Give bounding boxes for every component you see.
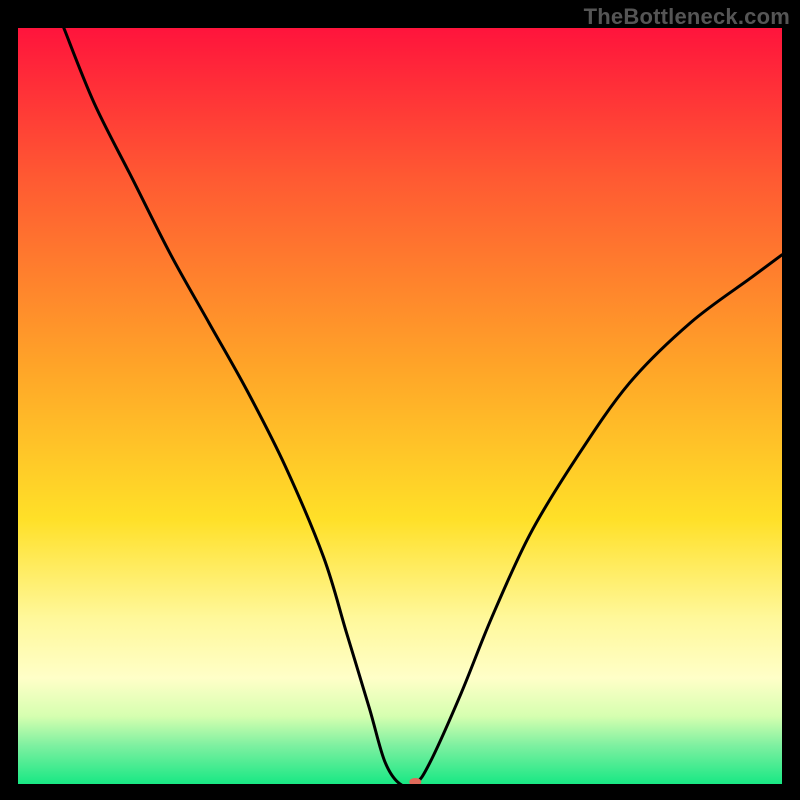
plot-area — [18, 28, 782, 784]
chart-frame: TheBottleneck.com — [0, 0, 800, 800]
gradient-background — [18, 28, 782, 784]
bottleneck-chart — [18, 28, 782, 784]
watermark-text: TheBottleneck.com — [584, 4, 790, 30]
